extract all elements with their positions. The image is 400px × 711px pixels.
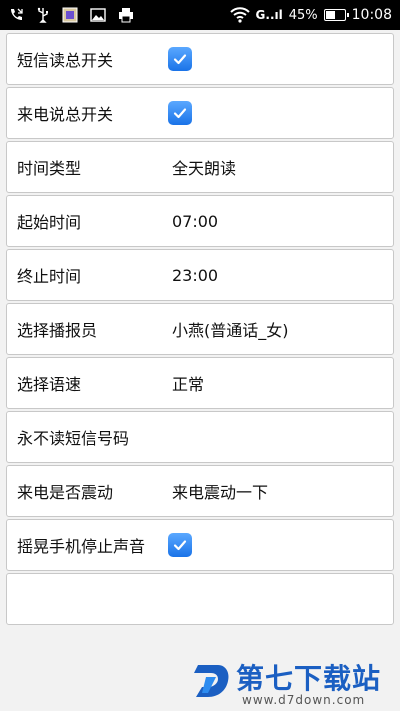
checkmark-icon <box>173 54 187 65</box>
printer-icon <box>118 7 134 23</box>
battery-charging-icon <box>323 9 349 21</box>
setting-label: 终止时间 <box>17 267 82 286</box>
missed-call-icon <box>8 7 24 23</box>
call-master-checkbox[interactable] <box>168 101 192 125</box>
checkmark-icon <box>173 540 187 551</box>
setting-shake-stop[interactable]: 摇晃手机停止声音 <box>6 519 394 571</box>
setting-start-time[interactable]: 起始时间 07:00 <box>6 195 394 247</box>
setting-value: 23:00 <box>172 265 219 285</box>
setting-end-time[interactable]: 终止时间 23:00 <box>6 249 394 301</box>
setting-call-master[interactable]: 来电说总开关 <box>6 87 394 139</box>
signal-text: G..ıl <box>255 8 283 22</box>
setting-label: 选择语速 <box>17 375 82 394</box>
setting-value: 小燕(普通话_女) <box>172 321 289 340</box>
setting-value: 正常 <box>172 375 205 394</box>
setting-speech-rate[interactable]: 选择语速 正常 <box>6 357 394 409</box>
setting-value: 全天朗读 <box>172 159 237 178</box>
clock: 10:08 <box>351 7 392 23</box>
setting-value: 07:00 <box>172 211 219 231</box>
setting-label: 来电说总开关 <box>17 105 114 124</box>
setting-sms-master[interactable]: 短信读总开关 <box>6 33 394 85</box>
image-icon <box>90 8 106 22</box>
watermark-title: 第七下载站 <box>236 662 382 695</box>
setting-call-vibrate[interactable]: 来电是否震动 来电震动一下 <box>6 465 394 517</box>
notification-icons <box>8 7 134 23</box>
setting-never-read-numbers[interactable]: 永不读短信号码 <box>6 411 394 463</box>
wifi-icon <box>229 7 250 23</box>
battery-percent: 45% <box>288 7 318 23</box>
usb-icon <box>36 7 50 23</box>
setting-label: 摇晃手机停止声音 <box>17 537 146 556</box>
sms-master-checkbox[interactable] <box>168 47 192 71</box>
checkmark-icon <box>173 108 187 119</box>
setting-time-type[interactable]: 时间类型 全天朗读 <box>6 141 394 193</box>
signal-icon: G..ıl <box>256 8 283 22</box>
setting-label: 起始时间 <box>17 213 82 232</box>
settings-list: 短信读总开关 来电说总开关 时间类型 全天朗读 起始时间 07:00 终止时间 … <box>6 33 394 627</box>
empty-row <box>6 573 394 625</box>
settings-screen: 短信读总开关 来电说总开关 时间类型 全天朗读 起始时间 07:00 终止时间 … <box>0 30 400 711</box>
setting-value: 来电震动一下 <box>172 483 269 502</box>
setting-label: 永不读短信号码 <box>17 429 130 448</box>
shake-stop-checkbox[interactable] <box>168 533 192 557</box>
setting-announcer[interactable]: 选择播报员 小燕(普通话_女) <box>6 303 394 355</box>
system-icons: G..ıl 45% 10:08 <box>229 7 392 23</box>
setting-label: 短信读总开关 <box>17 51 114 70</box>
watermark-url: www.d7down.com <box>242 693 366 707</box>
app-notification-icon <box>62 7 78 23</box>
d7-logo-icon <box>194 665 229 697</box>
status-bar: G..ıl 45% 10:08 <box>0 0 400 30</box>
setting-label: 选择播报员 <box>17 321 98 340</box>
watermark: 第七下载站 www.d7down.com <box>192 655 392 711</box>
setting-label: 时间类型 <box>17 159 82 178</box>
setting-label: 来电是否震动 <box>17 483 114 502</box>
